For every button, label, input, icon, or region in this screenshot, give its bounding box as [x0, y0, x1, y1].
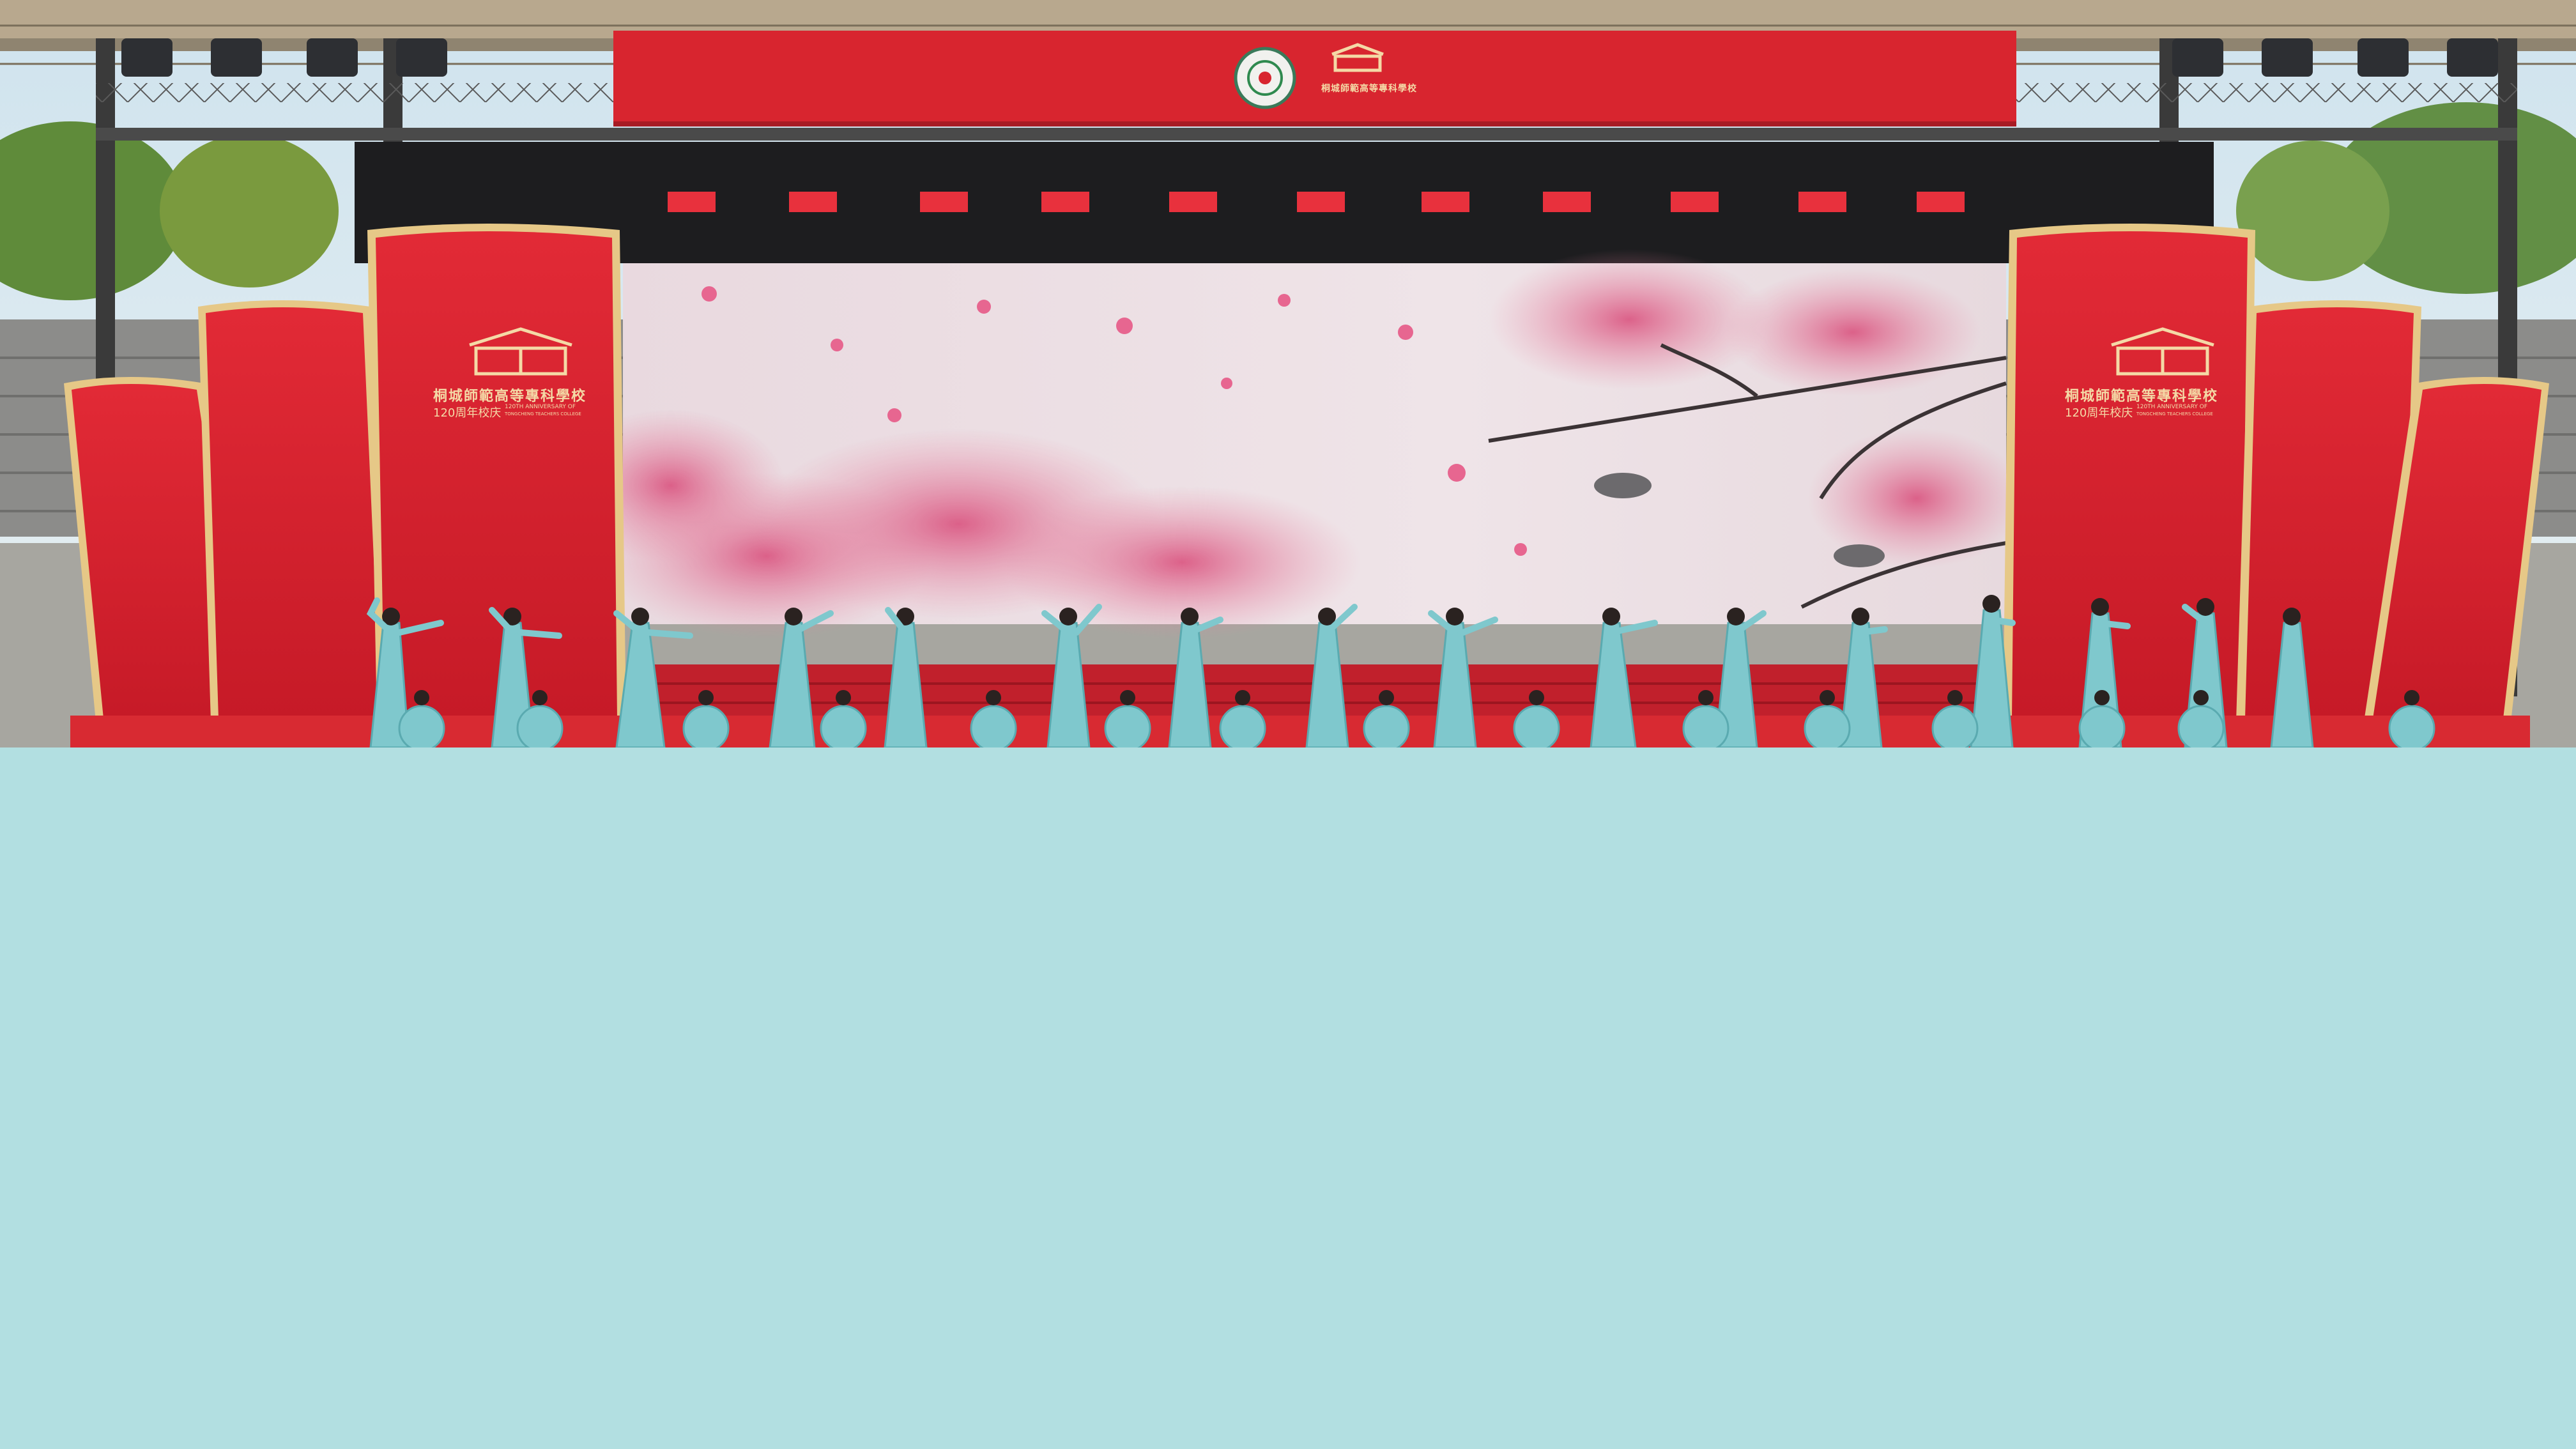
left-panel-english-line1: 120TH ANNIVERSARY OF — [505, 404, 576, 410]
banner-logo-text: 桐城師範高等專科學校 — [1321, 84, 1417, 94]
left-panel-school-name: 桐城師範高等專科學校 — [433, 388, 587, 404]
right-panel-school-name: 桐城師範高等專科學校 — [2065, 388, 2219, 404]
right-panel-english-line1: 120TH ANNIVERSARY OF — [2136, 404, 2208, 410]
left-panel-anniversary: 120周年校庆 — [433, 406, 502, 420]
background-fill — [0, 747, 2576, 1449]
right-panel-anniversary: 120周年校庆 — [2065, 406, 2133, 420]
left-panel-english-line2: TONGCHENG TEACHERS COLLEGE — [505, 411, 581, 417]
stage-scene — [0, 0, 2576, 747]
right-panel-english-line2: TONGCHENG TEACHERS COLLEGE — [2136, 411, 2213, 417]
stage-photo: 桐城師範高等專科學校 桐城師範高等專科學校 120周年校庆 120TH ANNI… — [0, 0, 2576, 747]
